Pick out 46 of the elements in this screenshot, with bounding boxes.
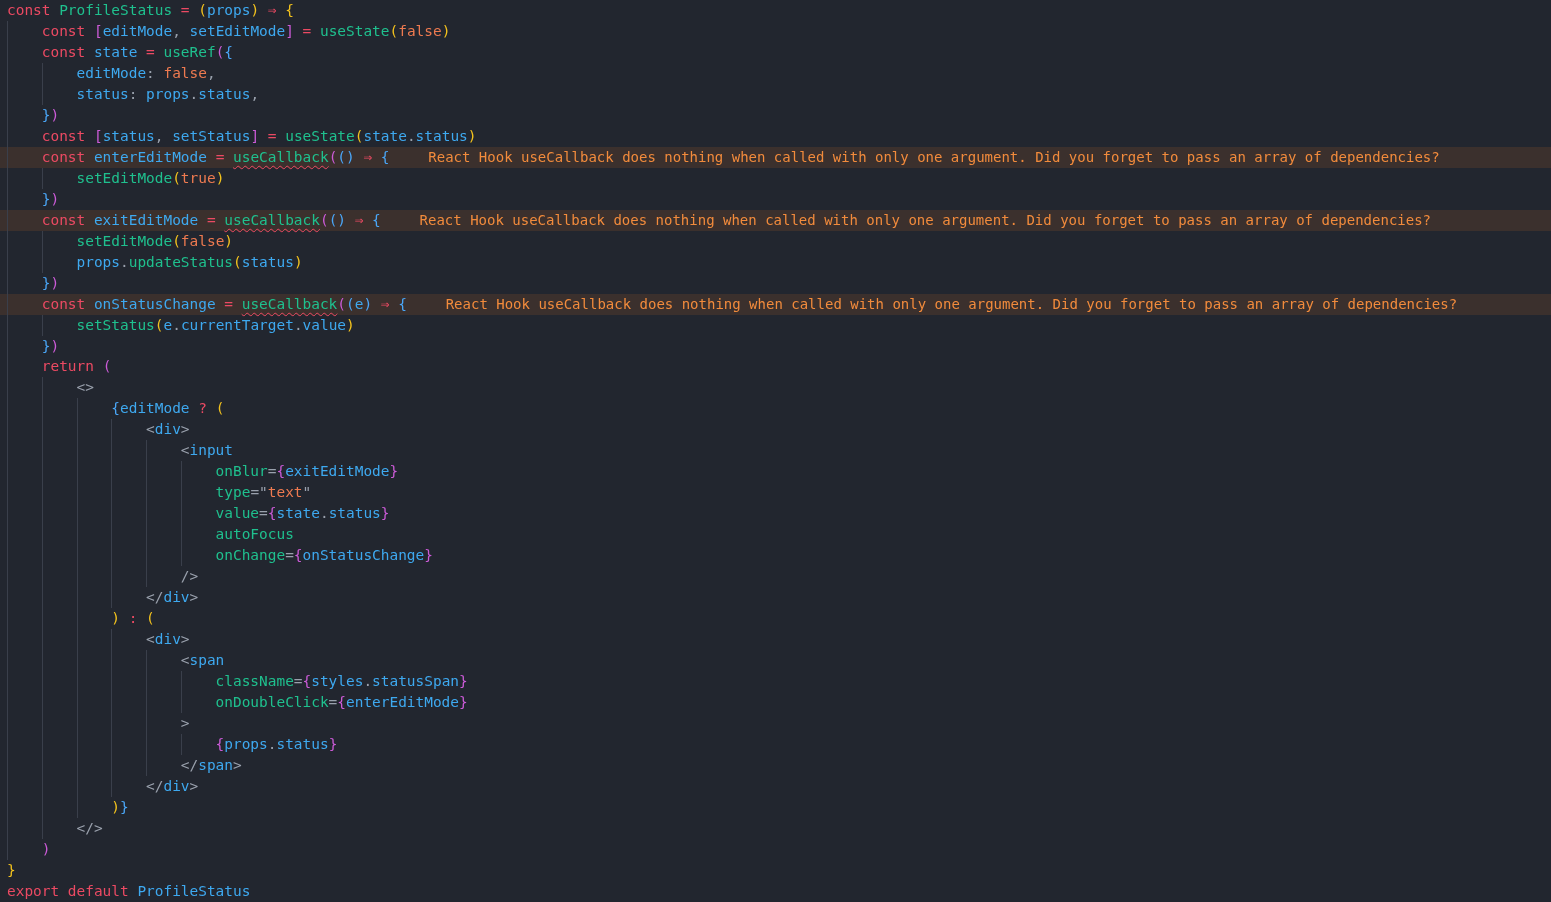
code-line: onChange={onStatusChange}: [7, 545, 433, 567]
lint-warning: React Hook useCallback does nothing when called with only one argument. Did you forget to pass an array of dependencies?: [419, 212, 1432, 229]
code-line: const [status, setStatus] = useState(state.status): [7, 125, 477, 147]
code-line: props.updateStatus(status): [7, 251, 303, 273]
code-line: }): [7, 188, 60, 210]
code-line: const onStatusChange = useCallback((e) ⇒ {: [7, 293, 407, 315]
code-line: const ProfileStatus = (props) ⇒ {: [7, 1, 294, 20]
code-line: ) : (: [7, 608, 155, 630]
code-line: }: [7, 860, 16, 880]
code-line: <span: [7, 650, 225, 671]
code-line: </>: [7, 817, 103, 839]
code-line: return (: [7, 356, 112, 378]
code-line: onDoubleClick={enterEditMode}: [7, 691, 468, 713]
code-line: <div>: [7, 419, 190, 441]
code-line: status: props.status,: [7, 83, 260, 105]
code-line: setEditMode(true): [7, 167, 225, 189]
code-line: {editMode ? (: [7, 398, 225, 420]
code-line: onBlur={exitEditMode}: [7, 461, 399, 483]
code-line: editMode: false,: [7, 62, 216, 84]
code-line: {props.status}: [7, 733, 338, 755]
code-line: className={styles.statusSpan}: [7, 671, 468, 692]
code-line: type="text": [7, 482, 312, 504]
code-line: </span>: [7, 754, 242, 776]
code-line: }): [7, 272, 60, 294]
code-line: const state = useRef({: [7, 41, 234, 63]
code-line: >: [7, 712, 190, 734]
code-line: </div>: [7, 775, 199, 797]
code-line: />: [7, 566, 199, 588]
code-line: export default ProfileStatus: [7, 881, 251, 901]
code-line: }): [7, 335, 60, 357]
code-line: const enterEditMode = useCallback(() ⇒ {: [7, 146, 390, 168]
code-line: </div>: [7, 587, 199, 609]
code-line: <>: [7, 377, 94, 399]
code-line: ): [7, 838, 51, 860]
code-line: setStatus(e.currentTarget.value): [7, 314, 355, 336]
lint-warning: React Hook useCallback does nothing when called with only one argument. Did you forget to pass an array of dependencies?: [428, 149, 1440, 166]
code-line: setEditMode(false): [7, 230, 234, 252]
code-line: autoFocus: [7, 524, 294, 546]
code-line: )}: [7, 796, 129, 818]
code-line: }): [7, 104, 60, 126]
code-line: <input: [7, 440, 233, 462]
lint-warning: React Hook useCallback does nothing when called with only one argument. Did you forget to pass an array of dependencies?: [445, 296, 1458, 313]
code-line: value={state.status}: [7, 503, 390, 525]
code-line: <div>: [7, 629, 190, 651]
code-line: const [editMode, setEditMode] = useState(false): [7, 20, 451, 42]
code-line: const exitEditMode = useCallback(() ⇒ {: [7, 209, 381, 231]
